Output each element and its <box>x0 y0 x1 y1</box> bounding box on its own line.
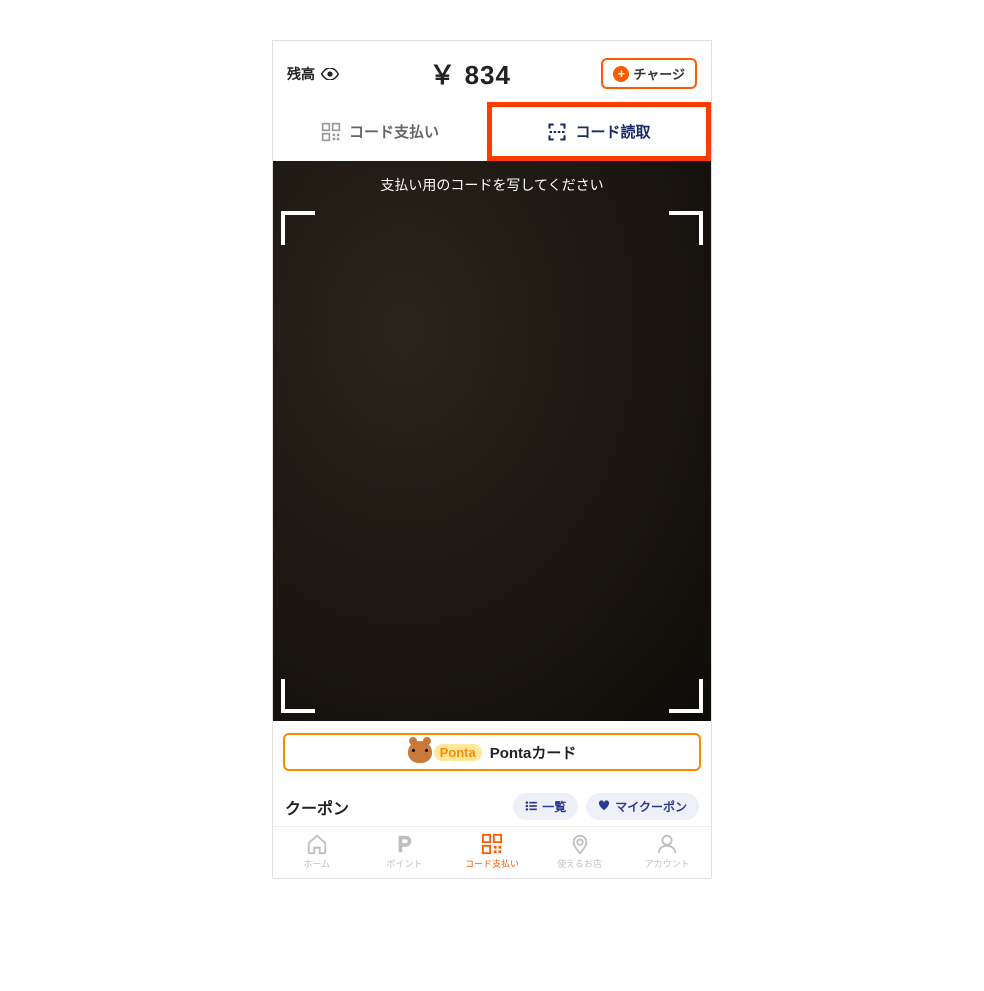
point-icon <box>392 833 416 855</box>
tab-code-pay-label: コード支払い <box>349 121 439 142</box>
bottom-nav: ホーム ポイント コード支払い <box>273 826 711 878</box>
qr-nav-icon <box>480 833 504 855</box>
ponta-brand: Ponta <box>434 744 482 761</box>
location-icon <box>568 833 592 855</box>
viewfinder-corner-bl <box>281 679 315 713</box>
charge-button[interactable]: + チャージ <box>601 58 697 89</box>
tab-code-scan-label: コード読取 <box>575 121 650 142</box>
tab-code-scan[interactable]: コード読取 <box>487 102 711 161</box>
list-icon <box>525 800 537 814</box>
viewfinder-corner-tr <box>669 211 703 245</box>
balance-label-group[interactable]: 残高 <box>287 64 339 84</box>
charge-label: チャージ <box>633 64 685 83</box>
header: 残高 ￥ 834 + チャージ <box>273 41 711 102</box>
coupon-list-label: 一覧 <box>542 798 566 815</box>
nav-point[interactable]: ポイント <box>361 833 449 870</box>
app-screen: 残高 ￥ 834 + チャージ <box>272 40 712 879</box>
coupon-chips: 一覧 マイクーポン <box>513 793 699 820</box>
ponta-logo: Ponta <box>408 741 482 763</box>
scan-frame-icon <box>547 122 567 142</box>
nav-stores[interactable]: 使えるお店 <box>536 833 624 870</box>
my-coupon-label: マイクーポン <box>615 798 687 815</box>
eye-icon <box>321 68 339 80</box>
payment-tabs: コード支払い コード読取 <box>273 102 711 161</box>
balance-label: 残高 <box>287 64 315 84</box>
viewfinder-corner-br <box>669 679 703 713</box>
home-icon <box>305 833 329 855</box>
account-icon <box>655 833 679 855</box>
coupon-title: クーポン <box>285 795 349 819</box>
camera-viewfinder[interactable] <box>281 211 703 713</box>
ponta-mascot-icon <box>408 741 432 763</box>
nav-home-label: ホーム <box>303 857 330 870</box>
balance-amount: ￥ 834 <box>429 55 511 92</box>
ponta-card-button[interactable]: Ponta Pontaカード <box>283 733 701 771</box>
nav-code-pay[interactable]: コード支払い <box>448 833 536 870</box>
nav-code-pay-label: コード支払い <box>465 857 519 870</box>
nav-account-label: アカウント <box>645 857 690 870</box>
heart-icon <box>598 800 610 814</box>
nav-stores-label: 使えるお店 <box>557 857 602 870</box>
scanner-area: 支払い用のコードを写してください <box>273 161 711 721</box>
viewfinder-corner-tl <box>281 211 315 245</box>
scan-instruction: 支払い用のコードを写してください <box>273 161 711 211</box>
nav-account[interactable]: アカウント <box>623 833 711 870</box>
coupon-section: クーポン 一覧 <box>273 779 711 820</box>
ponta-card-label: Pontaカード <box>490 742 577 763</box>
coupon-list-chip[interactable]: 一覧 <box>513 793 578 820</box>
my-coupon-chip[interactable]: マイクーポン <box>586 793 699 820</box>
tab-code-pay[interactable]: コード支払い <box>273 102 487 161</box>
nav-home[interactable]: ホーム <box>273 833 361 870</box>
qr-icon <box>321 122 341 142</box>
plus-icon: + <box>613 66 629 82</box>
nav-point-label: ポイント <box>386 857 422 870</box>
